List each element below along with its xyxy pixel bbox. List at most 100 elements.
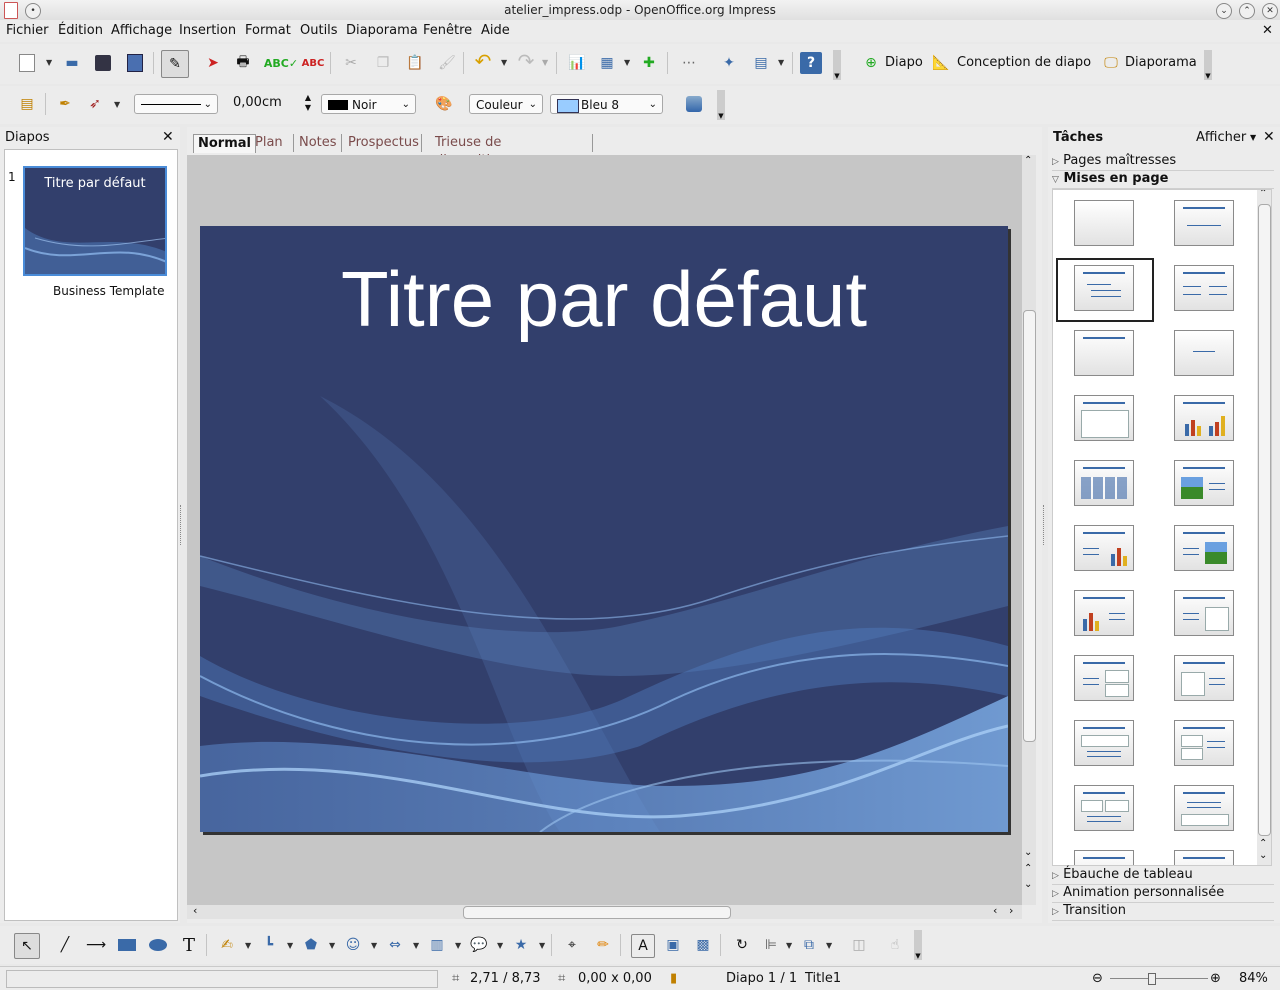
save-icon[interactable] [92,52,114,74]
editor-vertical-scrollbar[interactable]: ⌃ ⌄ ⌃ ⌄ [1022,155,1036,905]
menu-diaporama[interactable]: Diaporama [346,23,418,38]
curve-tool-icon[interactable]: ✍ [216,934,238,956]
new-slide-button[interactable]: Diapo [885,55,923,70]
slideshow-icon[interactable]: 🖵 [1100,52,1122,74]
layout-title-6-objects[interactable] [1174,850,1234,865]
zoom-in-icon[interactable]: ⊕ [1210,971,1221,986]
menu-affichage[interactable]: Affichage [111,23,172,38]
view-menu-arrow-icon[interactable]: ▼ [1250,133,1256,142]
arrange-icon[interactable]: ⧉ [798,934,820,956]
menu-edition[interactable]: Édition [58,23,103,38]
section-custom-animation[interactable]: ▷ Animation personnalisée [1052,885,1274,903]
rectangle-tool-icon[interactable] [116,934,138,956]
zoom-slider[interactable] [1110,973,1208,985]
zoom-out-icon[interactable]: ⊖ [1092,971,1103,986]
gallery-icon[interactable]: ▩ [692,934,714,956]
layout-title-only-centered[interactable] [1174,200,1234,246]
slide-thumbnail[interactable]: Titre par défaut [23,166,167,276]
close-slides-pane-icon[interactable]: ✕ [162,129,174,145]
stars-icon[interactable]: ★ [510,934,532,956]
horizontal-scroll-thumb[interactable] [463,906,731,919]
line-color-select[interactable]: Noir ⌄ [321,94,416,114]
edit-file-icon[interactable] [124,52,146,74]
table-dropdown-arrow[interactable]: ▼ [624,58,630,67]
close-tasks-pane-icon[interactable]: ✕ [1263,129,1275,145]
cut-icon[interactable]: ✂ [340,52,362,74]
points-icon[interactable]: ⌖ [561,934,583,956]
left-splitter[interactable] [180,505,185,545]
menu-fichier[interactable]: Fichier [6,23,49,38]
new-document-icon[interactable] [16,52,38,74]
new-dropdown-arrow[interactable]: ▼ [46,58,52,67]
slide-title[interactable]: Titre par défaut [200,254,1008,345]
close-document-icon[interactable]: ✕ [1262,23,1273,38]
layout-title-chart[interactable] [1174,395,1234,441]
tab-normal[interactable]: Normal [193,134,256,153]
layout-title-chart-text[interactable] [1074,590,1134,636]
redo-icon[interactable]: ↷ [515,49,537,73]
layout-title-text-over-object[interactable] [1174,785,1234,831]
layout-centered-text[interactable] [1174,330,1234,376]
guides-icon[interactable]: ✦ [718,52,740,74]
undo-icon[interactable]: ↶ [472,49,494,73]
line-tool-icon[interactable]: ╱ [54,934,76,956]
connector-tool-icon[interactable]: ┗ [258,934,280,956]
callouts-icon[interactable]: 💬 [468,934,490,956]
clone-format-icon[interactable]: 🖌 [436,52,458,74]
layout-title-text-image[interactable] [1174,525,1234,571]
autospellcheck-icon[interactable]: ABC [302,52,325,74]
slide-canvas[interactable]: Titre par défaut [200,226,1008,832]
section-table-design[interactable]: ▷ Ébauche de tableau [1052,867,1274,885]
menu-aide[interactable]: Aide [481,23,510,38]
maximize-button[interactable]: ⌃ [1239,3,1255,19]
edit-mode-icon[interactable]: ✎ [161,50,189,78]
menu-outils[interactable]: Outils [300,23,338,38]
toolbar-overflow-2[interactable]: ▼ [1204,50,1212,80]
text-tool-icon[interactable]: T [178,934,200,956]
block-arrows-icon[interactable]: ⇔ [384,934,406,956]
slideshow-button[interactable]: Diaporama [1125,55,1197,70]
navigator-icon[interactable]: ▤ [750,52,772,74]
extrusion-icon[interactable]: ◫ [848,934,870,956]
undo-dropdown-arrow[interactable]: ▼ [501,58,507,67]
navigator-dropdown-arrow[interactable]: ▼ [778,58,784,67]
tasks-view-menu[interactable]: Afficher [1196,130,1246,145]
select-tool-icon[interactable]: ↖ [14,933,40,959]
spellcheck-icon[interactable]: ABC✓ [264,52,298,74]
minimize-button[interactable]: ⌄ [1216,3,1232,19]
flowchart-icon[interactable]: ▥ [426,934,448,956]
grid-icon[interactable]: ⋯ [678,52,700,74]
tab-notes[interactable]: Notes [293,134,337,152]
slide-design-button[interactable]: Conception de diapo [957,55,1091,70]
fontwork-icon[interactable]: A [631,934,655,958]
symbol-shapes-icon[interactable]: ☺ [342,934,364,956]
layout-title-2-objects-text[interactable] [1174,720,1234,766]
menu-insertion[interactable]: Insertion [179,23,236,38]
layouts-scrollbar[interactable]: ⌃ ⌃ ⌄ [1257,190,1271,865]
interaction-icon[interactable]: ☝ [884,934,906,956]
area-icon[interactable]: ➶ [84,93,106,115]
copy-icon[interactable]: ❐ [372,52,394,74]
basic-shapes-icon[interactable]: ⬟ [300,934,322,956]
layout-title-text-object[interactable] [1174,590,1234,636]
rotate-icon[interactable]: ↻ [731,934,753,956]
slide-design-icon[interactable]: 📐 [930,52,952,74]
layout-title-text-2-objects[interactable] [1074,655,1134,701]
redo-dropdown-arrow[interactable]: ▼ [542,58,548,67]
close-window-button[interactable]: ✕ [1262,3,1278,19]
table-icon[interactable]: ▦ [596,52,618,74]
section-master-pages[interactable]: ▷ Pages maîtresses [1052,153,1274,171]
layout-title-image-text[interactable] [1174,460,1234,506]
line-style-select[interactable]: ⌄ [134,94,218,114]
styles-icon[interactable]: ▤ [16,93,38,115]
layout-title-table[interactable] [1074,460,1134,506]
ellipse-tool-icon[interactable] [147,934,169,956]
help-icon[interactable]: ? [800,52,822,74]
layout-title-2-content[interactable] [1174,265,1234,311]
layout-title-object-over-text[interactable] [1074,720,1134,766]
from-file-icon[interactable]: ▣ [662,934,684,956]
section-layouts[interactable]: ▽ Mises en page [1052,171,1274,189]
chart-icon[interactable]: 📊 [566,52,588,74]
shadow-icon[interactable] [683,93,705,115]
insert-object-icon[interactable]: ✚ [638,52,660,74]
